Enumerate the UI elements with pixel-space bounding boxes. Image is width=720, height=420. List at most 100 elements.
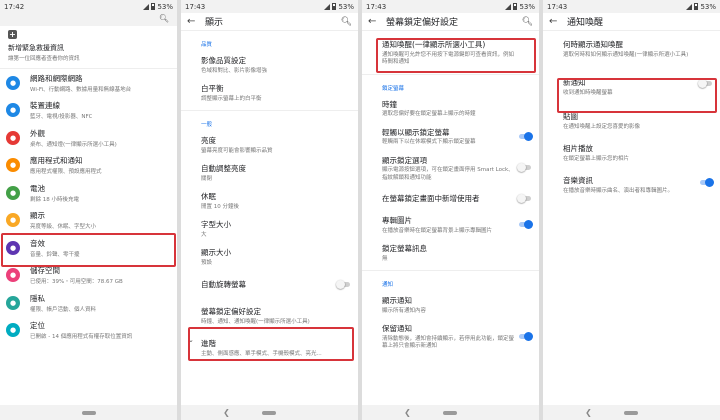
- item-title: 白平衡: [201, 84, 224, 93]
- keep-notifications-toggle[interactable]: [519, 331, 533, 341]
- auto-rotate-toggle[interactable]: [336, 279, 350, 289]
- toggle-knob: [524, 220, 533, 229]
- music-info-item[interactable]: 音樂資訊 在播放音樂時顯示曲名、演出者和專輯圖片。: [543, 167, 720, 199]
- when-to-show-item[interactable]: 何時顯示通知喚醒選取何時和如何顯示通知喚醒(一律顯示所選小工具): [543, 31, 720, 63]
- item-subtitle: Wi-Fi、行動網路、數據用量和無線基地台: [30, 86, 132, 93]
- settings-item[interactable]: ● 電池 剩餘 18 小時後充電: [0, 179, 177, 207]
- search-icon[interactable]: 🔍︎: [341, 17, 352, 27]
- app-bar: ← 螢幕鎖定偏好設定 🔍︎: [362, 13, 539, 31]
- category-icon: ●: [6, 185, 20, 200]
- back-nav-icon[interactable]: ❮: [585, 408, 592, 417]
- home-pill[interactable]: [442, 410, 457, 415]
- item-title: 影像品質設定: [201, 56, 246, 65]
- item-subtitle: 藍牙、電視/投影器、NFC: [30, 114, 93, 121]
- album-art-toggle[interactable]: [519, 220, 533, 229]
- lockdown-option-item[interactable]: 顯示鎖定選項 顯示電源按鈕選項，可在鎖定畫面停用 Smart Lock、指紋解鎖和…: [362, 151, 539, 187]
- toggle-knob: [524, 331, 533, 341]
- page-title: 顯示: [205, 18, 224, 28]
- photo-playback-item[interactable]: 相片播放 在鎖定螢幕上顯示您的相片: [543, 135, 720, 167]
- item-subtitle: 選取何時和如何顯示通知喚醒(一律顯示所選小工具): [563, 51, 689, 58]
- nav-bar: ❮: [362, 405, 539, 420]
- section-header-general: 一般: [201, 122, 213, 128]
- auto-rotate-item[interactable]: 自動旋轉螢幕: [181, 271, 358, 298]
- search-icon[interactable]: 🔍︎: [159, 14, 169, 23]
- back-nav-icon[interactable]: ❮: [223, 408, 230, 417]
- highlight-lock-screen: [188, 327, 354, 361]
- emergency-info-card[interactable]: + 新增緊急救援資訊 讓第一位回應者查看你的資訊: [0, 26, 177, 69]
- item-title: 自動調整亮度: [201, 164, 246, 173]
- keep-notifications-item[interactable]: 保留通知 清除動態後，通知會持續顯示，若停用此功能，鎖定螢幕上將只會顯示新通知: [362, 319, 539, 355]
- item-subtitle: 螢幕亮度可能會影響顯示品質: [201, 147, 273, 154]
- display-size-item[interactable]: 顯示大小 預設: [181, 243, 358, 271]
- highlight-new-notifications: [557, 78, 717, 113]
- adaptive-brightness-item[interactable]: 自動調整亮度 關閉: [181, 159, 358, 187]
- settings-item[interactable]: ● 裝置連線 藍牙、電視/投影器、NFC: [0, 97, 177, 125]
- item-subtitle: 在通知喚醒上設定您喜愛的影像: [563, 123, 641, 130]
- item-title: 隱私: [30, 293, 45, 303]
- item-subtitle: 調整顯示螢幕上的白平衡: [201, 95, 262, 102]
- album-art-item[interactable]: 專輯圖片 在播放音樂時在鎖定螢幕背景上顯示專輯圖片: [362, 211, 539, 239]
- battery-icon: [151, 3, 156, 10]
- battery-percent: 53%: [157, 2, 173, 11]
- category-icon: ●: [6, 130, 20, 145]
- tap-to-show-toggle[interactable]: [519, 131, 533, 141]
- item-subtitle: 輕觸兩下以在休眠模式下顯示鎖定螢幕: [382, 139, 476, 145]
- highlight-ambient-display: [376, 38, 536, 73]
- show-notifications-item[interactable]: 顯示通知 顯示所有通知內容: [362, 291, 539, 319]
- lockdown-option-toggle[interactable]: [517, 163, 531, 173]
- item-subtitle: 大: [201, 231, 207, 238]
- battery-percent: 53%: [519, 2, 535, 11]
- item-title: 定位: [30, 321, 45, 331]
- item-subtitle: 選取您偏好要在鎖定螢幕上顯示的時鐘: [382, 111, 476, 117]
- brightness-item[interactable]: 亮度 螢幕亮度可能會影響顯示品質: [181, 131, 358, 159]
- settings-item[interactable]: ● 顯示 亮度等級、休眠、字型大小: [0, 207, 177, 235]
- settings-list: ● 網路和網際網路 Wi-Fi、行動網路、數據用量和無線基地台 ● 裝置連線 藍牙、電視/…: [0, 69, 177, 344]
- settings-item[interactable]: ● 隱私 權限、帳戶活動、個人資料: [0, 289, 177, 317]
- item-subtitle: 在播放音樂時顯示曲名、演出者和專輯圖片。: [563, 187, 674, 194]
- nav-bar: ❮: [181, 405, 358, 420]
- music-info-toggle[interactable]: [700, 178, 714, 187]
- nav-bar: [0, 405, 177, 420]
- font-size-item[interactable]: 字型大小大: [181, 215, 358, 243]
- search-bar[interactable]: 🔍︎: [0, 13, 177, 26]
- add-users-item[interactable]: 在螢幕鎖定畫面中新增使用者: [362, 186, 539, 211]
- home-pill[interactable]: [261, 410, 276, 415]
- back-arrow-icon[interactable]: ←: [368, 16, 386, 27]
- category-icon: ●: [6, 103, 20, 118]
- home-pill[interactable]: [81, 410, 96, 415]
- category-icon: ●: [6, 268, 20, 283]
- item-subtitle: 關閉: [201, 175, 213, 182]
- clock-item[interactable]: 時鐘 選取您偏好要在鎖定螢幕上顯示的時鐘: [362, 95, 539, 123]
- lock-screen-pref-screen: 17:43 53% ← 螢幕鎖定偏好設定 🔍︎ 通知喚醒(一律顯示所選小工具) 通…: [362, 0, 539, 420]
- item-title: 網路和網際網路: [30, 73, 83, 83]
- home-pill[interactable]: [623, 410, 638, 415]
- back-arrow-icon[interactable]: ←: [549, 16, 567, 27]
- item-title: 何時顯示通知喚醒: [563, 40, 623, 49]
- item-title: 字型大小: [201, 220, 231, 229]
- item-subtitle: 已開啟 - 14 個應用程式有權存取位置資訊: [30, 334, 133, 341]
- toggle-knob: [705, 178, 714, 187]
- settings-item[interactable]: ● 應用程式和通知 應用程式權限、預設應用程式: [0, 152, 177, 180]
- status-time: 17:42: [4, 2, 25, 11]
- lock-message-item[interactable]: 鎖定螢幕訊息無: [362, 239, 539, 267]
- section-header-notifications: 通知: [382, 282, 394, 288]
- app-bar: ← 通知喚醒: [543, 13, 720, 31]
- category-icon: ●: [6, 75, 20, 90]
- settings-item[interactable]: ● 定位 已開啟 - 14 個應用程式有權存取位置資訊: [0, 317, 177, 345]
- back-nav-icon[interactable]: ❮: [404, 408, 411, 417]
- settings-item[interactable]: ● 網路和網際網路 Wi-Fi、行動網路、數據用量和無線基地台: [0, 69, 177, 97]
- tap-to-show-item[interactable]: 輕觸以顯示鎖定螢幕 輕觸兩下以在休眠模式下顯示鎖定螢幕: [362, 123, 539, 151]
- white-balance-item[interactable]: 白平衡調整顯示螢幕上的白平衡: [181, 79, 358, 107]
- item-title: 外觀: [30, 128, 45, 138]
- back-arrow-icon[interactable]: ←: [187, 16, 205, 27]
- settings-item[interactable]: ● 外觀 桌布、通知燈(一律顯示所選小工具): [0, 124, 177, 152]
- add-users-toggle[interactable]: [517, 193, 531, 203]
- lock-screen-pref-item[interactable]: 螢幕鎖定偏好設定 時鐘、通知、通知喚醒(一律顯示所選小工具): [181, 298, 358, 330]
- toggle-knob: [336, 279, 345, 289]
- item-title: 相片播放: [563, 144, 593, 153]
- image-quality-item[interactable]: 影像品質設定 色域和對比、影片影像增強: [181, 51, 358, 79]
- section-header-quality: 品質: [201, 42, 213, 48]
- nav-bar: ❮: [543, 405, 720, 420]
- search-icon[interactable]: 🔍︎: [522, 17, 533, 27]
- sleep-item[interactable]: 休眠 閒置 10 分鐘後: [181, 187, 358, 215]
